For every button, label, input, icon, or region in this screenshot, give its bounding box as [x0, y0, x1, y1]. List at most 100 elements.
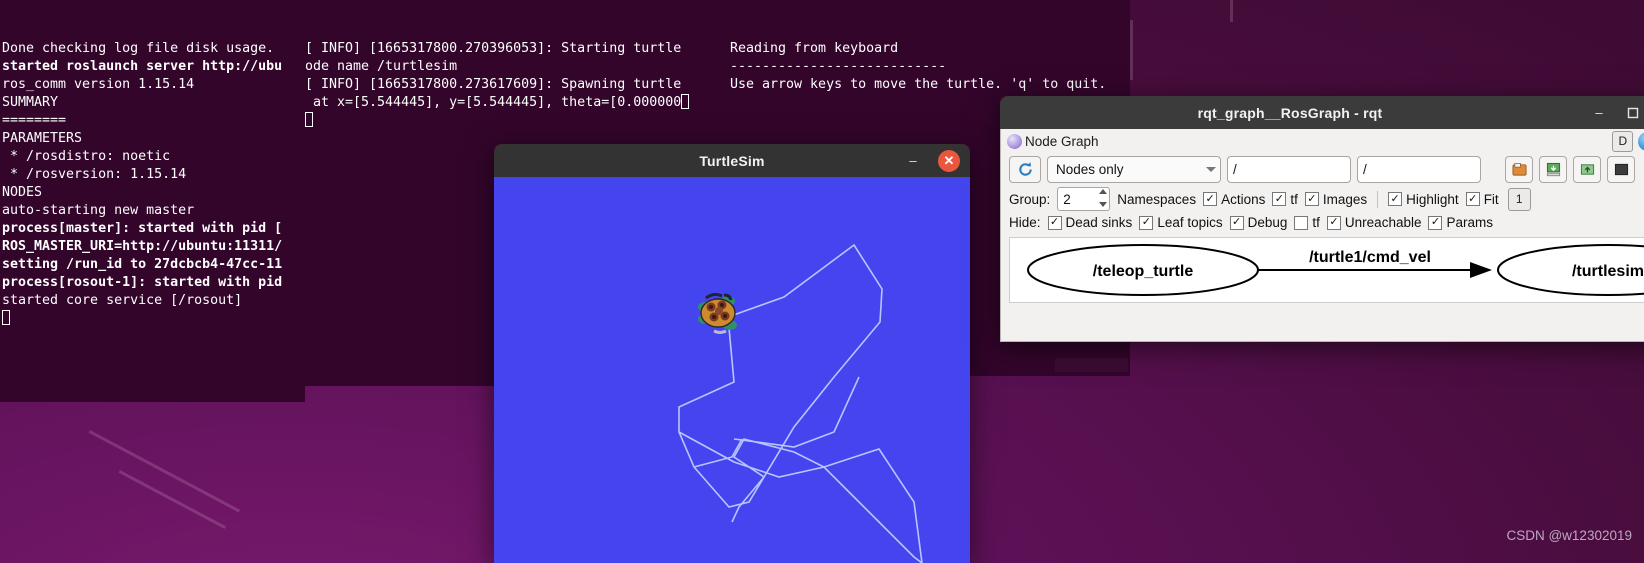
wallpaper-streak — [1130, 20, 1133, 80]
turtlesim-window-controls: – ✕ — [904, 144, 960, 177]
checkbox-box[interactable]: ✓ — [1465, 192, 1480, 206]
checkbox-dead-sinks[interactable]: ✓ Dead sinks — [1047, 215, 1133, 230]
turtlesim-canvas[interactable] — [494, 177, 970, 563]
checkbox-params[interactable]: ✓ Params — [1428, 215, 1493, 230]
view-checkboxes: ✓ Highlight ✓ Fit — [1388, 192, 1499, 207]
terminal-line: --------------------------- — [730, 59, 947, 74]
terminal-line: Reading from keyboard — [730, 41, 899, 56]
graph-node-teleop-label: /teleop_turtle — [1093, 263, 1194, 280]
node-graph-dock-header: Node Graph D ? - — [1001, 129, 1644, 153]
terminal-line: NODES — [2, 185, 43, 200]
wallpaper-streak — [118, 470, 226, 529]
checkbox-box[interactable]: ✓ — [1304, 192, 1319, 206]
terminal-line: started roslaunch server http://ubu — [2, 59, 283, 74]
checkbox-box[interactable]: ✓ — [1139, 215, 1154, 230]
checkbox-namespaces[interactable]: Namespaces — [1117, 192, 1196, 207]
graph-type-combo[interactable]: Nodes only — [1047, 156, 1221, 183]
checkbox-actions[interactable]: ✓ Actions — [1203, 192, 1265, 207]
turtlesim-window[interactable]: TurtleSim – ✕ — [494, 144, 970, 563]
checkbox-label: Debug — [1247, 215, 1288, 230]
checkbox-label: tf — [1312, 215, 1320, 230]
hide-checkboxes: ✓ Dead sinks ✓ Leaf topics ✓ Debug tf ✓ Unreacha… — [1047, 215, 1493, 230]
group-spinner[interactable]: 2 — [1057, 187, 1111, 211]
checkbox-box[interactable] — [1294, 215, 1309, 230]
terminal-line: [ INFO] [1665317800.270396053]: Starting… — [305, 41, 682, 56]
counter-button[interactable]: 1 — [1507, 187, 1531, 211]
terminal-line: setting /run_id to 27dcbcb4-47cc-11 — [2, 257, 283, 272]
save-image-icon[interactable] — [1539, 156, 1567, 183]
checkbox-leaf-topics[interactable]: ✓ Leaf topics — [1139, 215, 1223, 230]
checkbox-box[interactable]: ✓ — [1229, 215, 1244, 230]
topic-filter-input[interactable]: / — [1357, 156, 1481, 183]
terminal-line: at x=[5.544445], y=[5.544445], theta=[0.… — [305, 94, 730, 112]
options-checkboxes: Namespaces ✓ Actions ✓ tf ✓ Images — [1117, 192, 1367, 207]
checkbox-unreachable[interactable]: ✓ Unreachable — [1326, 215, 1422, 230]
checkbox-label: Images — [1322, 191, 1368, 207]
roscore-terminal[interactable]: Done checking log file disk usage. starte… — [0, 0, 305, 402]
turtlesim-titlebar[interactable]: TurtleSim – ✕ — [494, 144, 970, 177]
save-dot-icon[interactable] — [1505, 156, 1533, 183]
group-label: Group: — [1009, 191, 1051, 207]
terminal-line — [2, 310, 305, 328]
rqt-graph-window[interactable]: rqt_graph__RosGraph - rqt – ✕ Node Graph… — [1000, 96, 1644, 342]
terminal-line: PARAMETERS — [2, 131, 83, 146]
checkbox-tf[interactable]: ✓ tf — [1272, 192, 1298, 207]
checkbox-label: Unreachable — [1344, 215, 1422, 230]
minimize-icon[interactable]: – — [1590, 104, 1608, 122]
dock-title: Node Graph — [1025, 133, 1099, 149]
checkbox-box[interactable]: ✓ — [1428, 215, 1443, 230]
terminal-line: SUMMARY — [2, 95, 59, 110]
checkbox-label: Actions — [1221, 191, 1266, 207]
close-icon[interactable]: ✕ — [938, 149, 960, 172]
refresh-icon[interactable] — [1009, 156, 1041, 183]
terminal-line: process[rosout-1]: started with pid — [2, 275, 283, 290]
terminal-line: ROS_MASTER_URI=http://ubuntu:11311/ — [2, 239, 283, 254]
terminal-line: Done checking log file disk usage. — [2, 41, 275, 56]
checkbox-box[interactable]: ✓ — [1272, 192, 1287, 206]
terminal-line: process[master]: started with pid [ — [2, 221, 283, 236]
checkbox-debug[interactable]: ✓ Debug — [1229, 215, 1288, 230]
checkbox-label: Leaf topics — [1157, 215, 1223, 230]
rqt-plugin-icon — [1007, 133, 1022, 149]
watermark: CSDN @w12302019 — [1506, 528, 1632, 543]
ros-node-graph-canvas[interactable]: /teleop_turtle /turtle1/cmd_vel /turtles… — [1009, 237, 1644, 303]
checkbox-fit[interactable]: ✓ Fit — [1465, 192, 1499, 207]
terminal-line — [305, 112, 730, 130]
terminal-output: Done checking log file disk usage. starte… — [2, 40, 305, 328]
checkbox-tf[interactable]: tf — [1294, 215, 1320, 230]
checkbox-box[interactable]: ✓ — [1388, 192, 1403, 206]
rqt-title: rqt_graph__RosGraph - rqt — [1197, 104, 1383, 121]
group-value: 2 — [1063, 191, 1071, 207]
terminal-output: [ INFO] [1665317800.270396053]: Starting… — [305, 40, 730, 130]
checkbox-box[interactable]: ✓ — [1203, 192, 1218, 206]
namespace-filter-input[interactable]: / — [1227, 156, 1351, 183]
checkbox-label: tf — [1290, 191, 1298, 207]
terminal-line: auto-starting new master — [2, 203, 195, 218]
terminal-cursor — [2, 310, 10, 325]
terminal-background-strip — [1055, 358, 1128, 372]
graph-edge-arrow — [1470, 262, 1492, 278]
rqt-hide-row: Hide: ✓ Dead sinks ✓ Leaf topics ✓ Debug tf ✓ Un… — [1001, 211, 1644, 230]
float-icon[interactable]: D — [1612, 130, 1634, 152]
minimize-icon[interactable]: – — [904, 152, 922, 170]
checkbox-box[interactable]: ✓ — [1047, 215, 1062, 230]
spinner-arrows[interactable] — [1099, 189, 1108, 207]
fit-icon[interactable] — [1607, 156, 1635, 183]
turtlesim-title: TurtleSim — [699, 152, 765, 169]
checkbox-label: Highlight — [1406, 191, 1459, 207]
help-icon[interactable]: ? — [1638, 131, 1644, 151]
checkbox-box[interactable]: ✓ — [1326, 215, 1341, 230]
graph-node-turtlesim-label: /turtlesim — [1572, 263, 1644, 280]
graph-type-value: Nodes only — [1056, 162, 1124, 177]
checkbox-images[interactable]: ✓ Images — [1304, 191, 1368, 207]
chevron-down-icon — [1206, 167, 1216, 172]
rqt-titlebar[interactable]: rqt_graph__RosGraph - rqt – ✕ — [1000, 96, 1644, 129]
checkbox-highlight[interactable]: ✓ Highlight — [1388, 192, 1459, 207]
rqt-body: Node Graph D ? - Nodes only / / — [1000, 129, 1644, 342]
load-icon[interactable] — [1573, 156, 1601, 183]
maximize-icon[interactable] — [1624, 104, 1642, 122]
terminal-line: * /rosversion: 1.15.14 — [2, 167, 187, 182]
terminal-line: ros_comm version 1.15.14 — [2, 77, 195, 92]
rqt-window-controls: – ✕ — [1590, 96, 1644, 129]
checkbox-label: Dead sinks — [1065, 215, 1133, 230]
